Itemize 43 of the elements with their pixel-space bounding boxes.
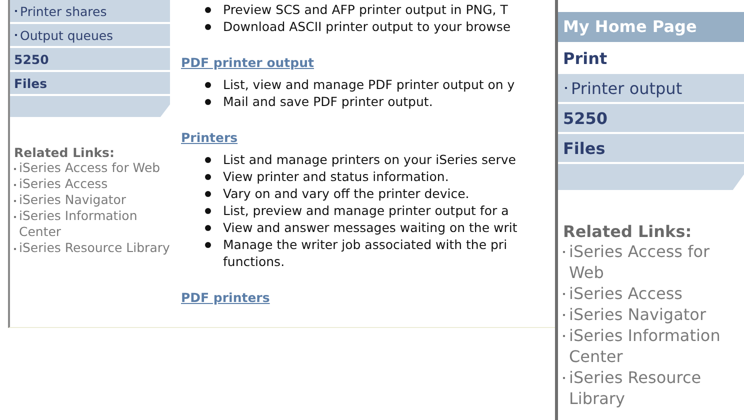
menu-item-label[interactable]: Output queues	[20, 28, 114, 42]
related-link[interactable]: iSeries Access	[19, 176, 108, 192]
bullet-icon	[205, 157, 211, 163]
section-link[interactable]: PDF printers	[181, 290, 270, 305]
menu-item[interactable]: Files	[558, 134, 744, 162]
bullet-text: View and answer messages waiting on the writ	[223, 219, 518, 236]
menu-item[interactable]: 5250	[558, 104, 744, 132]
menu-item-label[interactable]: Printer output	[571, 78, 682, 98]
related-links-heading: Related Links:	[563, 222, 692, 241]
bullet-icon	[205, 24, 211, 30]
bullet-text: List, preview and manage printer output for a	[223, 202, 509, 219]
related-link[interactable]: iSeries Access for Web	[19, 160, 160, 176]
related-link[interactable]: iSeries Resource Library	[19, 240, 170, 256]
bullet-text: List, view and manage PDF printer output on y	[223, 76, 515, 93]
bullet-text: Preview SCS and AFP printer output in PNG, T	[223, 1, 508, 18]
bullet-text: View printer and status information.	[223, 168, 449, 185]
related-links-heading: Related Links:	[14, 145, 114, 160]
bullet-text: Download ASCII printer output to your browse	[223, 18, 511, 35]
menu-item[interactable]: 5250	[10, 48, 170, 70]
menu-header[interactable]: My Home Page	[558, 12, 744, 42]
bullet-icon	[205, 242, 211, 248]
bullet-text: Mail and save PDF printer output.	[223, 93, 433, 110]
menu-item[interactable]: Printer shares	[10, 0, 170, 22]
menu-item-label[interactable]: Printer shares	[20, 4, 107, 18]
bullet-icon	[205, 191, 211, 197]
bullet-text: Vary on and vary off the printer device.	[223, 185, 470, 202]
section-link[interactable]: PDF printer output	[181, 55, 314, 70]
bullet-text: Manage the writer job associated with the pri functions.	[223, 236, 508, 270]
menu-item[interactable]: Output queues	[10, 24, 170, 46]
bullet-icon	[205, 225, 211, 231]
menu-item[interactable]: Files	[10, 72, 170, 94]
related-link[interactable]: iSeries Navigator	[569, 304, 706, 325]
menu-item[interactable]: Printer output	[558, 74, 744, 102]
bullet-text: List and manage printers on your iSeries serve	[223, 151, 516, 168]
bullet-icon	[205, 7, 211, 13]
bullet-icon	[205, 208, 211, 214]
bullet-icon	[205, 174, 211, 180]
bullet-icon	[205, 99, 211, 105]
related-link[interactable]: iSeries Access	[569, 283, 683, 304]
related-link[interactable]: iSeries Navigator	[19, 192, 126, 208]
bullet-icon	[205, 82, 211, 88]
section-link[interactable]: Printers	[181, 130, 238, 145]
related-link[interactable]: iSeries Resource Library	[569, 367, 744, 409]
